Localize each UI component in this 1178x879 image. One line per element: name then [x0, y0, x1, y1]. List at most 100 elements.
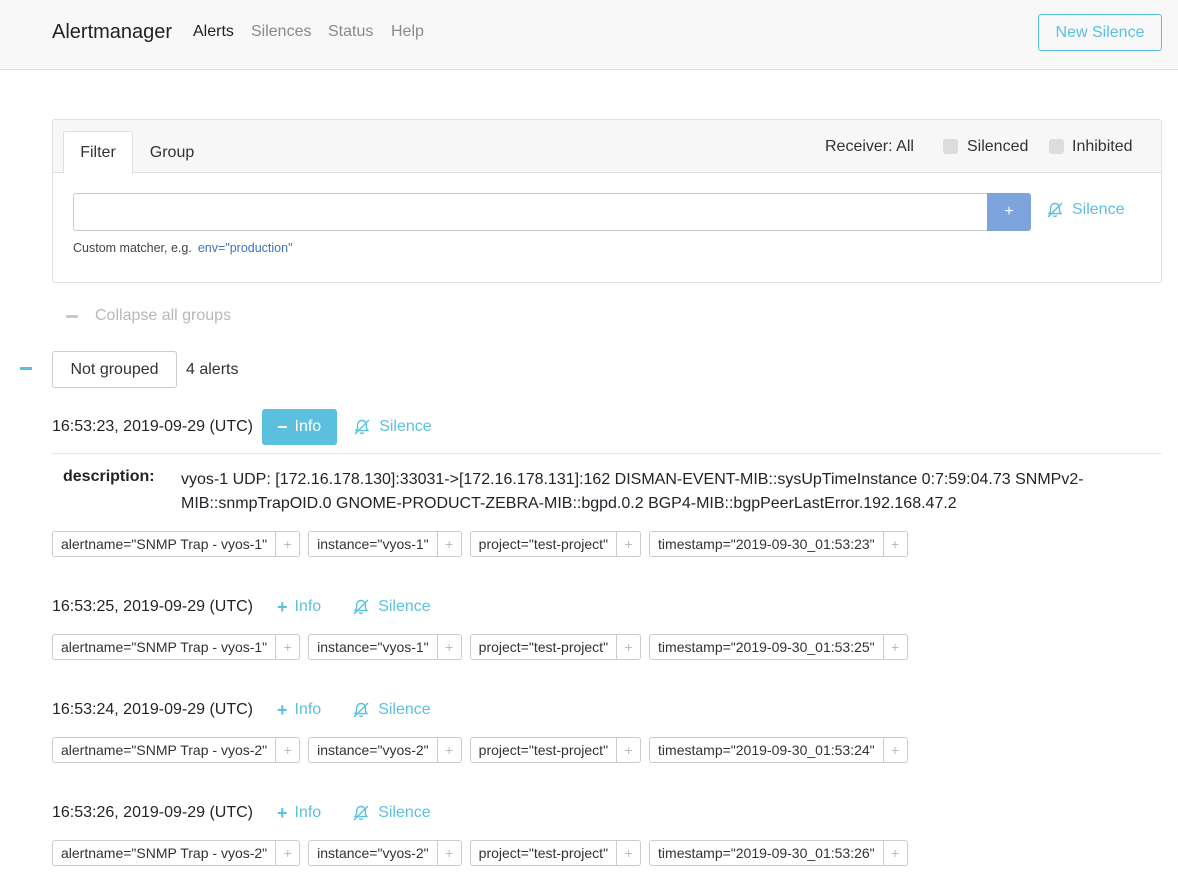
divider — [52, 453, 1162, 454]
label-text[interactable]: project="test-project" — [471, 738, 616, 762]
brand[interactable]: Alertmanager — [52, 21, 172, 44]
label-chip: project="test-project" + — [469, 634, 642, 660]
label-text[interactable]: instance="vyos-2" — [309, 841, 437, 865]
label-chip: instance="vyos-2" + — [308, 737, 462, 763]
receiver-selector[interactable]: Receiver: All — [825, 138, 914, 156]
add-filter-button[interactable]: + — [987, 193, 1031, 231]
label-text[interactable]: instance="vyos-1" — [309, 532, 437, 556]
alert-count: 4 alerts — [186, 361, 239, 378]
filter-input[interactable] — [73, 193, 989, 231]
new-silence-button[interactable]: New Silence — [1038, 14, 1162, 51]
label-chip: project="test-project" + — [469, 531, 642, 557]
label-list: alertname="SNMP Trap - vyos-1" + instance… — [52, 531, 916, 557]
alert-silence-label: Silence — [378, 701, 431, 718]
inhibited-checkbox[interactable] — [1049, 139, 1064, 154]
tab-filter[interactable]: Filter — [63, 131, 133, 174]
collapse-all-label: Collapse all groups — [95, 307, 232, 324]
label-text[interactable]: project="test-project" — [471, 532, 616, 556]
label-chip: alertname="SNMP Trap - vyos-1" + — [52, 634, 301, 660]
filter-card: Filter Group Receiver: All Silenced Inhi… — [52, 119, 1162, 283]
group-name-button[interactable]: Not grouped — [52, 351, 177, 388]
bell-slash-icon — [353, 805, 369, 821]
info-toggle-button[interactable]: + Info — [277, 701, 321, 719]
add-label-button[interactable]: + — [882, 635, 907, 659]
add-label-button[interactable]: + — [436, 635, 461, 659]
label-text[interactable]: alertname="SNMP Trap - vyos-2" — [53, 738, 275, 762]
alert-silence-button[interactable]: Silence — [353, 418, 432, 436]
alert-timestamp: 16:53:26, 2019-09-29 (UTC) — [52, 804, 253, 821]
label-text[interactable]: timestamp="2019-09-30_01:53:26" — [650, 841, 883, 865]
matcher-hint-example[interactable]: env="production" — [198, 241, 293, 255]
add-label-button[interactable]: + — [616, 738, 640, 762]
alert-timestamp: 16:53:25, 2019-09-29 (UTC) — [52, 598, 253, 615]
bell-slash-icon — [353, 599, 369, 615]
minus-icon — [66, 314, 78, 318]
annotation-value: vyos-1 UDP: [172.16.178.130]:33031->[172… — [181, 471, 1084, 512]
label-text[interactable]: instance="vyos-1" — [309, 635, 437, 659]
collapse-group-icon[interactable] — [20, 367, 32, 370]
filter-card-header: Filter Group Receiver: All Silenced Inhi… — [53, 120, 1161, 174]
label-text[interactable]: instance="vyos-2" — [309, 738, 437, 762]
plus-icon: + — [277, 597, 288, 617]
info-label: Info — [294, 701, 322, 718]
label-text[interactable]: alertname="SNMP Trap - vyos-1" — [53, 532, 275, 556]
add-label-button[interactable]: + — [882, 738, 907, 762]
plus-icon: + — [277, 700, 288, 720]
label-list: alertname="SNMP Trap - vyos-1" + instance… — [52, 634, 916, 660]
label-chip: alertname="SNMP Trap - vyos-2" + — [52, 840, 301, 866]
alert-silence-button[interactable]: Silence — [352, 804, 431, 822]
nav-help[interactable]: Help — [391, 23, 424, 41]
collapse-all-groups-button[interactable]: Collapse all groups — [66, 307, 231, 325]
info-toggle-button[interactable]: − Info — [262, 409, 338, 445]
info-toggle-button[interactable]: + Info — [277, 804, 321, 822]
add-label-button[interactable]: + — [436, 532, 461, 556]
add-label-button[interactable]: + — [275, 738, 299, 762]
label-chip: alertname="SNMP Trap - vyos-1" + — [52, 531, 301, 557]
add-label-button[interactable]: + — [882, 532, 907, 556]
inhibited-label[interactable]: Inhibited — [1072, 138, 1133, 156]
filter-silence-button[interactable]: Silence — [1046, 201, 1124, 219]
nav-alerts[interactable]: Alerts — [193, 23, 234, 41]
label-text[interactable]: timestamp="2019-09-30_01:53:24" — [650, 738, 883, 762]
add-label-button[interactable]: + — [616, 841, 640, 865]
info-label: Info — [294, 598, 322, 615]
nav-silences[interactable]: Silences — [251, 23, 311, 41]
add-label-button[interactable]: + — [436, 841, 461, 865]
label-text[interactable]: timestamp="2019-09-30_01:53:23" — [650, 532, 883, 556]
label-chip: project="test-project" + — [469, 737, 642, 763]
alert-silence-button[interactable]: Silence — [352, 701, 431, 719]
bell-slash-icon — [354, 419, 370, 435]
add-label-button[interactable]: + — [275, 841, 299, 865]
annotation-key: description: — [63, 468, 155, 485]
nav-status[interactable]: Status — [328, 23, 373, 41]
alert-silence-button[interactable]: Silence — [352, 598, 431, 616]
label-chip: timestamp="2019-09-30_01:53:23" + — [649, 531, 908, 557]
label-list: alertname="SNMP Trap - vyos-2" + instance… — [52, 737, 916, 763]
alert-silence-label: Silence — [378, 598, 431, 615]
add-label-button[interactable]: + — [616, 532, 640, 556]
label-text[interactable]: alertname="SNMP Trap - vyos-2" — [53, 841, 275, 865]
add-label-button[interactable]: + — [275, 532, 299, 556]
info-toggle-button[interactable]: + Info — [277, 598, 321, 616]
label-text[interactable]: timestamp="2019-09-30_01:53:25" — [650, 635, 883, 659]
minus-icon: − — [277, 417, 288, 437]
add-label-button[interactable]: + — [616, 635, 640, 659]
label-chip: timestamp="2019-09-30_01:53:25" + — [649, 634, 908, 660]
label-list: alertname="SNMP Trap - vyos-2" + instance… — [52, 840, 916, 866]
label-text[interactable]: project="test-project" — [471, 635, 616, 659]
silenced-label[interactable]: Silenced — [967, 138, 1028, 156]
add-label-button[interactable]: + — [882, 841, 907, 865]
add-label-button[interactable]: + — [275, 635, 299, 659]
label-text[interactable]: project="test-project" — [471, 841, 616, 865]
info-label: Info — [294, 804, 322, 821]
label-chip: timestamp="2019-09-30_01:53:24" + — [649, 737, 908, 763]
silenced-checkbox[interactable] — [943, 139, 958, 154]
alert-timestamp: 16:53:23, 2019-09-29 (UTC) — [52, 418, 253, 435]
bell-slash-icon — [1047, 202, 1063, 218]
alert-silence-label: Silence — [378, 804, 431, 821]
label-text[interactable]: alertname="SNMP Trap - vyos-1" — [53, 635, 275, 659]
add-label-button[interactable]: + — [436, 738, 461, 762]
label-chip: alertname="SNMP Trap - vyos-2" + — [52, 737, 301, 763]
tab-group[interactable]: Group — [137, 131, 207, 174]
bell-slash-icon — [353, 702, 369, 718]
